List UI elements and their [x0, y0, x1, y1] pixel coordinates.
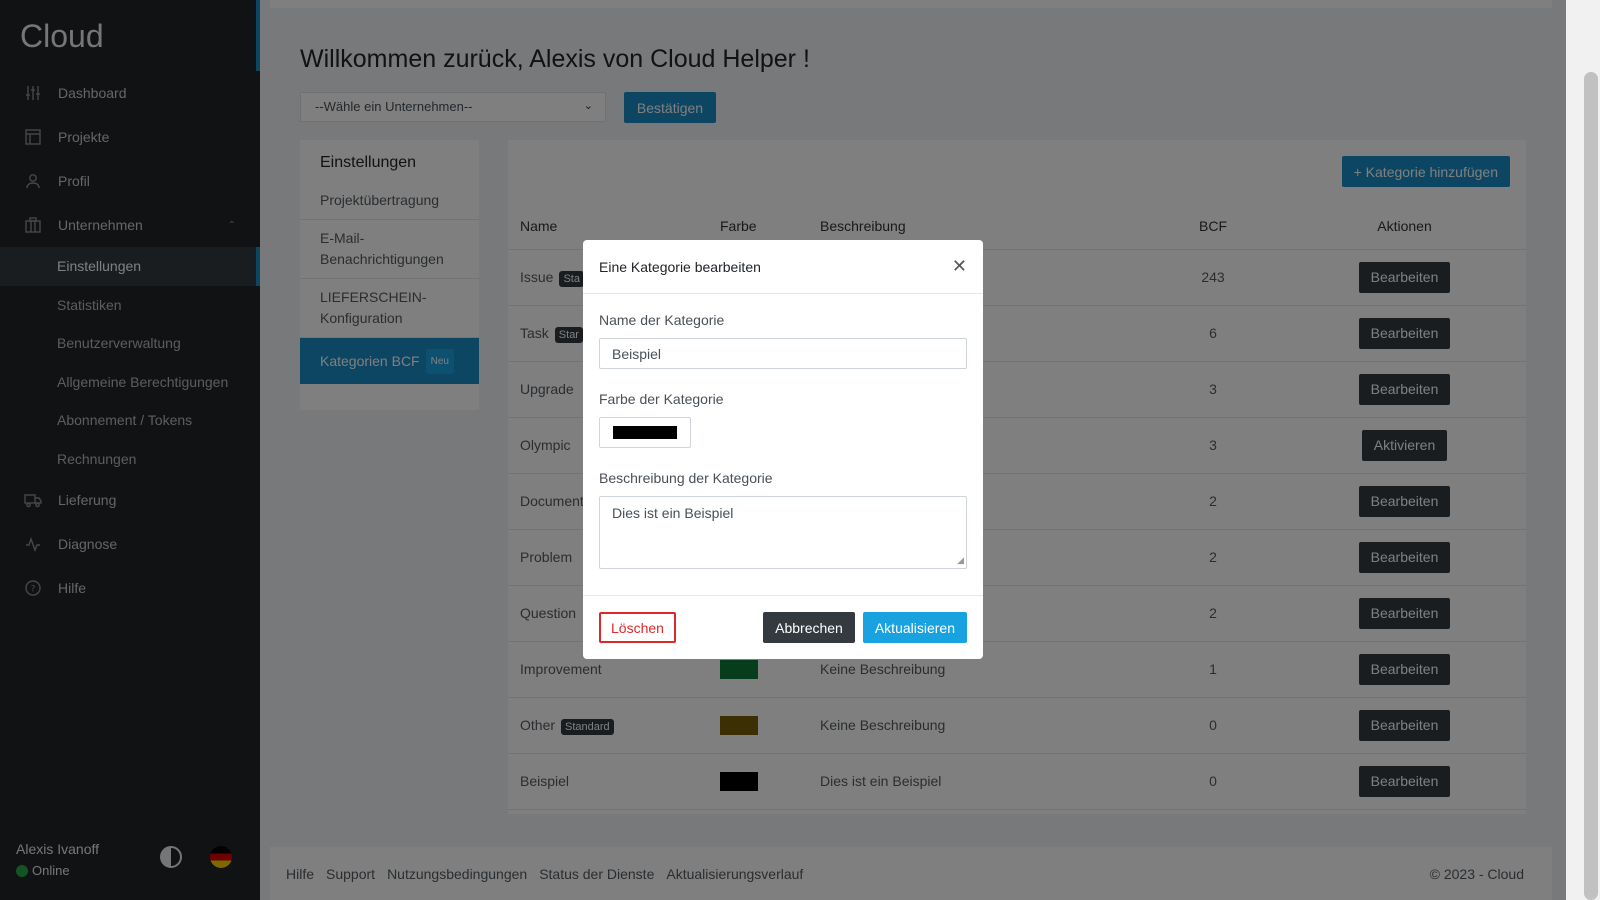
delete-button[interactable]: Löschen [599, 612, 676, 643]
update-button[interactable]: Aktualisieren [862, 612, 967, 643]
modal-footer: Löschen Abbrechen Aktualisieren [583, 595, 983, 659]
cancel-button[interactable]: Abbrechen [763, 612, 855, 643]
modal-header: Eine Kategorie bearbeiten ✕ [583, 240, 983, 294]
scrollbar-thumb[interactable] [1584, 72, 1598, 900]
category-color-picker[interactable] [599, 417, 691, 448]
category-description-textarea[interactable]: Dies ist ein Beispiel ◢ [599, 496, 967, 569]
category-name-input[interactable] [599, 338, 967, 369]
close-icon[interactable]: ✕ [952, 256, 967, 277]
color-label: Farbe der Kategorie [599, 391, 724, 407]
description-value: Dies ist ein Beispiel [612, 505, 734, 521]
resize-handle-icon[interactable]: ◢ [957, 555, 964, 566]
edit-category-modal: Eine Kategorie bearbeiten ✕ Name der Kat… [583, 240, 983, 659]
modal-title: Eine Kategorie bearbeiten [599, 258, 761, 275]
color-preview [613, 426, 677, 439]
description-label: Beschreibung der Kategorie [599, 470, 773, 486]
name-label: Name der Kategorie [599, 312, 725, 328]
modal-body: Name der Kategorie Farbe der Kategorie B… [583, 294, 983, 569]
